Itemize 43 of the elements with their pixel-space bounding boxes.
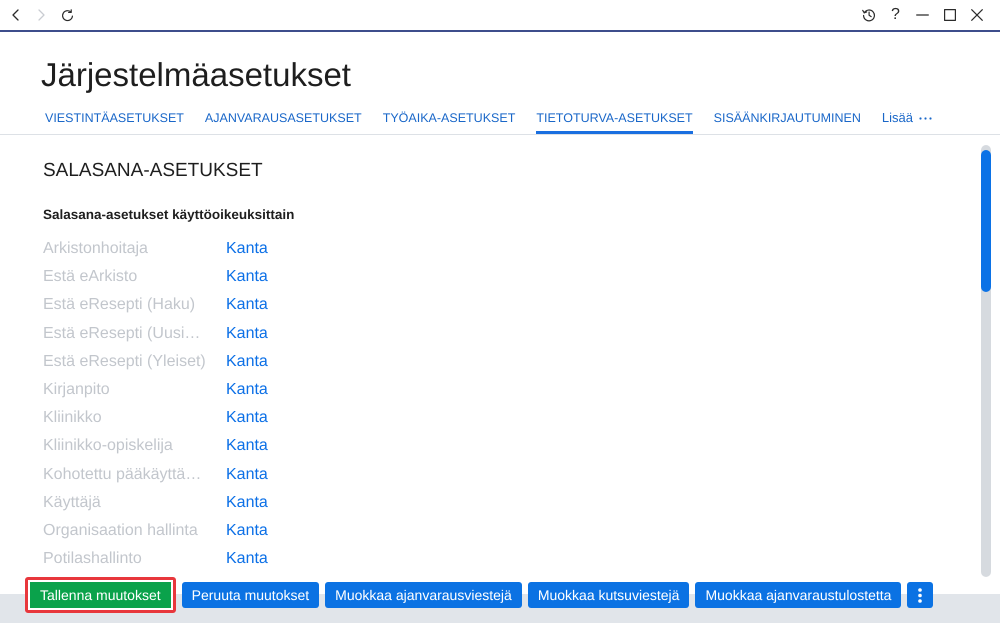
page-title: Järjestelmäasetukset <box>41 55 351 95</box>
more-tab[interactable]: Lisää <box>882 103 932 134</box>
maximize-button[interactable] <box>944 9 956 21</box>
role-label: Estä eResepti (Uusi… <box>43 324 202 344</box>
help-button[interactable]: ? <box>891 7 900 23</box>
ellipsis-icon <box>918 116 932 120</box>
minimize-button[interactable] <box>916 14 929 16</box>
role-label: Kirjanpito <box>43 380 111 400</box>
tab[interactable]: AJANVARAUSASETUKSET <box>204 103 362 134</box>
action-button[interactable]: Muokkaa ajanvarausviestejä <box>325 582 522 608</box>
role-label: Kliinikko-opiskelija <box>43 436 174 456</box>
role-label: Kohotettu pääkäyttä… <box>43 464 202 485</box>
maximize-icon <box>944 9 956 21</box>
back-button[interactable] <box>12 9 18 21</box>
role-label: Estä eResepti (Haku) <box>43 295 196 316</box>
close-icon <box>970 9 982 21</box>
action-button[interactable]: Muokkaa kutsuviestejä <box>528 582 690 608</box>
section-title: SALASANA-ASETUKSET <box>43 159 263 183</box>
minimize-icon <box>916 14 929 16</box>
chevron-left-icon <box>12 9 18 21</box>
role-label: Estä eArkisto <box>43 267 138 288</box>
role-label: Käyttäjä <box>43 492 102 513</box>
role-label: Estä eResepti (Yleiset) <box>43 352 207 372</box>
tab[interactable]: SISÄÄNKIRJAUTUMINEN <box>714 103 861 134</box>
close-button[interactable] <box>970 9 982 21</box>
refresh-button[interactable] <box>60 8 74 22</box>
role-label: Arkistonhoitaja <box>43 239 149 260</box>
role-label: Kliinikko <box>43 408 103 428</box>
history-icon <box>862 8 876 22</box>
more-button[interactable] <box>907 582 934 608</box>
section-subtitle: Salasana-asetukset käyttöoikeuksittain <box>43 206 294 224</box>
action-button[interactable]: Muokkaa ajanvaraustulostetta <box>695 582 902 608</box>
save-button[interactable]: Tallenna muutokset <box>25 577 176 613</box>
tab[interactable]: VIESTINTÄASETUKSET <box>45 103 184 134</box>
refresh-icon <box>60 8 74 22</box>
role-label: Potilashallinto <box>43 549 143 570</box>
history-button[interactable] <box>862 8 876 22</box>
vertical-dots-icon <box>918 588 922 602</box>
tab[interactable]: TYÖAIKA-ASETUKSET <box>382 103 516 134</box>
chevron-right-icon <box>38 9 44 21</box>
scrollbar-thumb[interactable] <box>981 150 991 292</box>
role-label: Organisaation hallinta <box>43 520 199 541</box>
action-button[interactable]: Peruuta muutokset <box>182 582 320 608</box>
